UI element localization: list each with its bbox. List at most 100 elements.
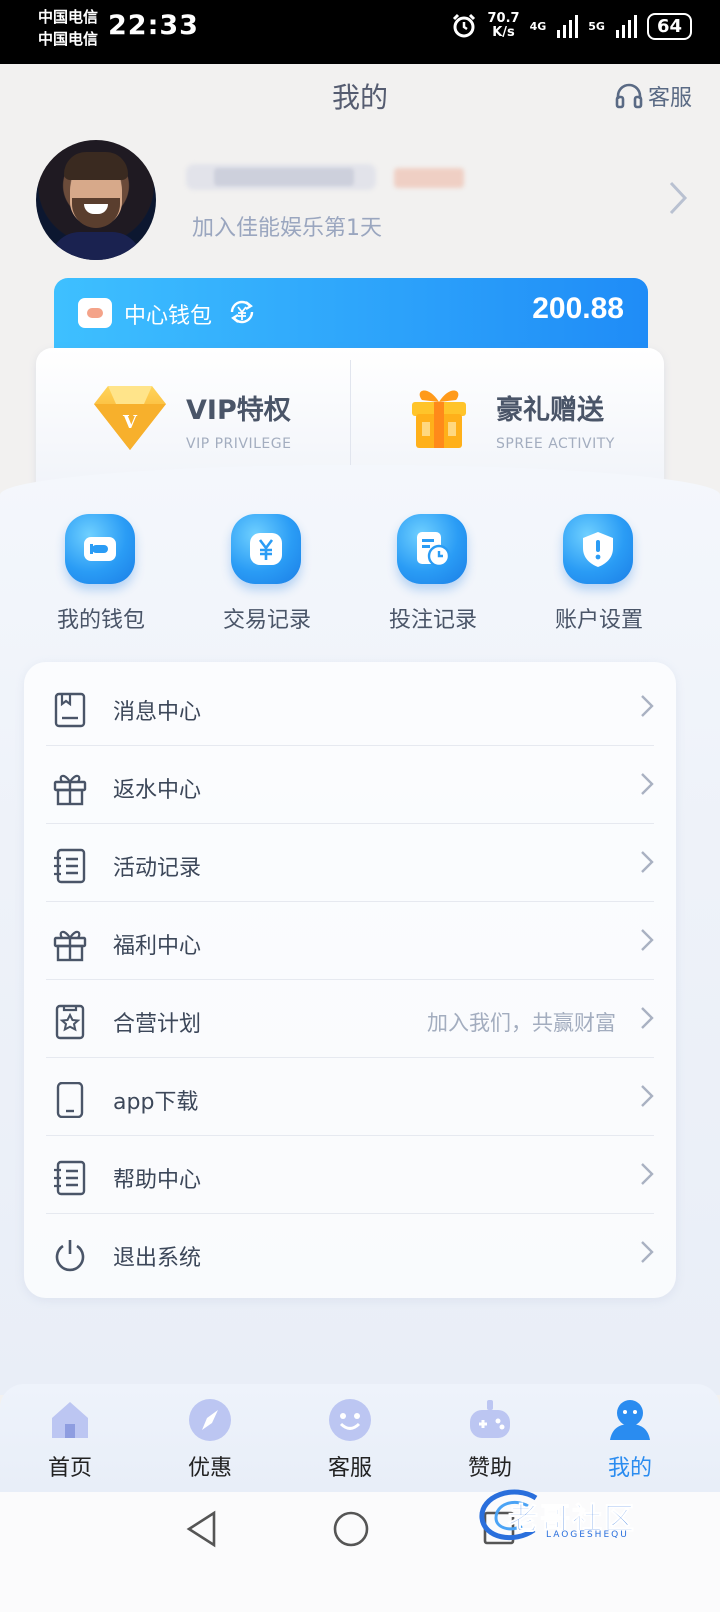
svg-text:V: V <box>122 412 138 433</box>
home-circle-icon[interactable] <box>332 1510 370 1548</box>
menu-extra-text: 加入我们，共赢财富 <box>427 1011 616 1035</box>
chevron-right-icon <box>641 695 654 717</box>
vip-title: VIP特权 <box>186 395 291 426</box>
network-speed: 70.7 K/s <box>487 12 519 40</box>
vip-subtitle: VIP PRIVILEGE <box>186 436 292 452</box>
page-header: 我的 客服 <box>0 64 720 128</box>
menu-item-rebate-center[interactable]: 返水中心 <box>24 746 676 824</box>
status-bar: 中国电信 中国电信 22:33 70.7 K/s 4G 5G 64 <box>0 0 720 64</box>
power-icon <box>55 1240 85 1272</box>
gift-activity-item[interactable]: 豪礼赠送 SPREE ACTIVITY <box>370 374 670 464</box>
quick-label-settings: 账户设置 <box>554 608 643 633</box>
watermark-logo: 老哥社区 LAOGESHEQU <box>474 1486 704 1546</box>
carrier-info: 中国电信 中国电信 <box>38 6 98 50</box>
signal-icon <box>557 15 579 38</box>
list-icon <box>54 1160 86 1196</box>
customer-service-button[interactable]: 客服 <box>614 80 692 112</box>
gift-title: 豪礼赠送 <box>496 395 604 426</box>
avatar[interactable] <box>36 140 156 260</box>
network-4g: 4G <box>529 19 547 33</box>
star-card-icon <box>55 1004 85 1040</box>
watermark-sub: LAOGESHEQU <box>546 1530 629 1540</box>
quick-account-settings[interactable]: 账户设置 <box>529 510 669 640</box>
alarm-icon <box>453 13 476 38</box>
menu-item-help-center[interactable]: 帮助中心 <box>24 1136 676 1214</box>
wallet-label: 中心钱包 <box>124 304 213 329</box>
tab-label: 我的 <box>607 1456 652 1481</box>
divider <box>350 360 351 480</box>
menu-label: 合营计划 <box>113 1012 202 1037</box>
back-icon[interactable] <box>184 1510 220 1548</box>
refresh-yen-icon[interactable] <box>226 296 258 328</box>
chevron-right-icon <box>641 1241 654 1263</box>
bet-record-icon <box>397 514 467 584</box>
menu-item-activity-records[interactable]: 活动记录 <box>24 824 676 902</box>
menu-label: 消息中心 <box>113 700 202 725</box>
gift-subtitle: SPREE ACTIVITY <box>496 436 615 452</box>
chevron-right-icon <box>641 851 654 873</box>
battery-indicator: 64 <box>646 12 692 40</box>
yen-icon <box>231 514 301 584</box>
menu-item-app-download[interactable]: app下载 <box>24 1058 676 1136</box>
tab-customer-service[interactable]: 客服 <box>280 1394 420 1484</box>
customer-service-label: 客服 <box>647 86 692 111</box>
tab-label: 赞助 <box>467 1456 512 1481</box>
menu-label: 返水中心 <box>113 778 202 803</box>
wallet-icon <box>78 298 112 328</box>
username-blurred <box>186 164 464 190</box>
menu-label: 帮助中心 <box>113 1168 202 1193</box>
tab-mine[interactable]: 我的 <box>560 1394 700 1484</box>
menu-item-joint-venture[interactable]: 合营计划 加入我们，共赢财富 <box>24 980 676 1058</box>
profile-section[interactable]: 加入佳能娱乐第1天 <box>36 140 696 260</box>
quick-label-wallet: 我的钱包 <box>56 608 145 633</box>
home-icon <box>52 1402 88 1438</box>
carrier-1: 中国电信 <box>38 8 99 26</box>
user-icon <box>610 1400 650 1440</box>
menu-item-message-center[interactable]: 消息中心 <box>24 668 676 746</box>
center-wallet-bar[interactable]: 中心钱包 200.88 <box>54 278 648 350</box>
headset-icon <box>615 83 643 109</box>
wallet-balance: 200.88 <box>532 292 624 325</box>
gamepad-icon <box>470 1400 510 1438</box>
gift-icon <box>53 774 87 806</box>
phone-icon <box>56 1082 84 1118</box>
menu-label: app下载 <box>113 1090 199 1115</box>
shield-icon <box>563 514 633 584</box>
quick-transactions[interactable]: 交易记录 <box>197 510 337 640</box>
gift-box-icon <box>412 390 466 448</box>
page-title: 我的 <box>331 81 388 114</box>
chevron-right-icon <box>641 1085 654 1107</box>
quick-bet-records[interactable]: 投注记录 <box>363 510 503 640</box>
menu-item-welfare-center[interactable]: 福利中心 <box>24 902 676 980</box>
compass-icon <box>189 1399 231 1441</box>
list-icon <box>54 848 86 884</box>
speed-unit: K/s <box>492 25 515 40</box>
signal-icon-2 <box>615 15 637 38</box>
quick-my-wallet[interactable]: 我的钱包 <box>31 510 171 640</box>
quick-label-transactions: 交易记录 <box>222 608 311 633</box>
speed-value: 70.7 <box>487 11 520 26</box>
chat-face-icon <box>329 1399 371 1441</box>
chevron-right-icon <box>641 1163 654 1185</box>
menu-list: 消息中心 返水中心 活动记录 福利中心 合营计划 加入我们，共赢财富 app下载… <box>24 662 676 1298</box>
bottom-tab-bar: 首页 优惠 客服 赞助 我的 <box>0 1384 720 1492</box>
status-icons: 70.7 K/s 4G 5G 64 <box>451 12 692 40</box>
menu-label: 活动记录 <box>113 856 202 881</box>
carrier-2: 中国电信 <box>38 30 99 48</box>
tab-promotions[interactable]: 优惠 <box>140 1394 280 1484</box>
tab-label: 客服 <box>327 1456 372 1481</box>
chevron-right-icon[interactable] <box>666 180 690 216</box>
tab-label: 优惠 <box>187 1456 232 1481</box>
chevron-right-icon <box>641 1007 654 1029</box>
quick-actions: 我的钱包 交易记录 投注记录 账户设置 <box>0 510 720 640</box>
quick-label-bets: 投注记录 <box>388 608 477 633</box>
tab-sponsor[interactable]: 赞助 <box>420 1394 560 1484</box>
vip-privilege-item[interactable]: V VIP特权 VIP PRIVILEGE <box>56 374 356 464</box>
menu-item-logout[interactable]: 退出系统 <box>24 1214 676 1292</box>
clock: 22:33 <box>108 10 199 41</box>
menu-label: 福利中心 <box>113 934 202 959</box>
tab-home[interactable]: 首页 <box>0 1394 140 1484</box>
gift-icon <box>53 930 87 962</box>
join-days-text: 加入佳能娱乐第1天 <box>192 216 382 241</box>
menu-label: 退出系统 <box>113 1246 202 1271</box>
